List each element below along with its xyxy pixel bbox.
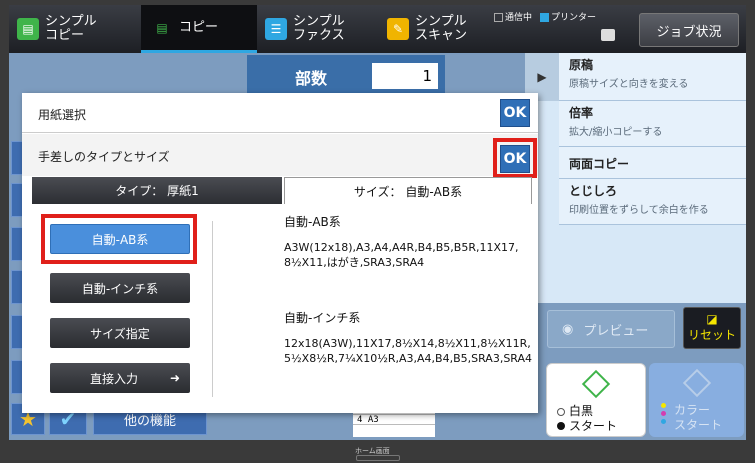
tab-simple-fax[interactable]: ☰ シンプル ファクス [259, 5, 379, 53]
fax-icon: ☰ [265, 18, 287, 40]
color-dots-icon [661, 403, 667, 427]
copy-icon: ▤ [17, 18, 39, 40]
reset-icon: ◪ [706, 312, 718, 326]
ratio-item[interactable]: 倍率 拡大/縮小コピーする [559, 101, 746, 147]
preview-icon: ◉ [562, 321, 574, 337]
reset-button[interactable]: ◪ リセット [683, 307, 741, 349]
tab-size[interactable]: サイズ： 自動-AB系 [284, 177, 532, 204]
scan-icon: ✎ [387, 18, 409, 40]
start-icon [682, 368, 712, 398]
printer-icon[interactable] [601, 29, 615, 41]
direct-input-button[interactable]: 直接入力 ➜ [50, 363, 190, 393]
auto-ab-button[interactable]: 自動-AB系 [50, 224, 190, 254]
dialog-subheader: 手差しのタイプとサイズ [22, 134, 538, 176]
comm-indicator-icon [494, 13, 503, 22]
home-button[interactable] [356, 455, 400, 461]
margin-shift-item[interactable]: とじしろ 印刷位置をずらして余白を作る [559, 179, 746, 225]
type-size-tabs: タイプ： 厚紙1 サイズ： 自動-AB系 [32, 177, 532, 204]
function-panel: ▶ 原稿 原稿サイズと向きを変える 倍率 拡大/縮小コピーする 両面コピー とじ… [525, 53, 746, 303]
top-bar: ▤ シンプル コピー ▤ コピー ☰ シンプル ファクス ✎ シンプル スキャン… [9, 5, 746, 53]
copies-input[interactable]: 1 [372, 63, 438, 89]
tab-simple-copy[interactable]: ▤ シンプル コピー [9, 5, 141, 53]
copies-panel: 部数 1 [247, 55, 445, 95]
original-item[interactable]: 原稿 原稿サイズと向きを変える [559, 53, 746, 101]
tab-simple-scan[interactable]: ✎ シンプル スキャン [381, 5, 491, 53]
info-auto-inch: 自動-インチ系 12x18(A3W),11X17,8½X14,8½X11,8½X… [284, 311, 533, 365]
radio-selected-icon [557, 422, 565, 430]
radio-icon [557, 408, 565, 416]
dialog-header: 用紙選択 OK [22, 93, 538, 133]
size-specify-button[interactable]: サイズ指定 [50, 318, 190, 348]
auto-inch-button[interactable]: 自動-インチ系 [50, 273, 190, 303]
copy-icon: ▤ [156, 20, 168, 35]
ok-button-bypass[interactable]: OK [500, 145, 530, 173]
printer-indicator-icon [540, 13, 550, 22]
copier-screen: ▤ シンプル コピー ▤ コピー ☰ シンプル ファクス ✎ シンプル スキャン… [9, 5, 746, 440]
color-start-button[interactable]: カラー スタート [649, 363, 744, 437]
start-icon [581, 369, 611, 399]
preview-button[interactable]: ◉ プレビュー [547, 310, 675, 348]
tab-type[interactable]: タイプ： 厚紙1 [32, 177, 282, 204]
copies-label: 部数 [295, 69, 328, 88]
status-indicators: 通信中 プリンター [494, 10, 596, 23]
info-auto-ab: 自動-AB系 A3W(12x18),A3,A4,A4R,B4,B5,B5R,11… [284, 215, 519, 269]
dialog-subtitle: 手差しのタイプとサイズ [38, 150, 170, 164]
paper-select-dialog: 用紙選択 OK 手差しのタイプとサイズ OK タイプ： 厚紙1 サイズ： 自動-… [22, 93, 538, 413]
job-status-button[interactable]: ジョブ状況 [639, 13, 739, 47]
divider [212, 221, 213, 397]
dialog-title: 用紙選択 [38, 108, 87, 122]
duplex-item[interactable]: 両面コピー [559, 147, 746, 179]
tab-copy[interactable]: ▤ コピー [141, 5, 257, 53]
ok-button[interactable]: OK [500, 99, 530, 127]
bw-start-button[interactable]: 白黒 スタート [546, 363, 646, 437]
arrow-right-icon: ➜ [169, 371, 180, 385]
